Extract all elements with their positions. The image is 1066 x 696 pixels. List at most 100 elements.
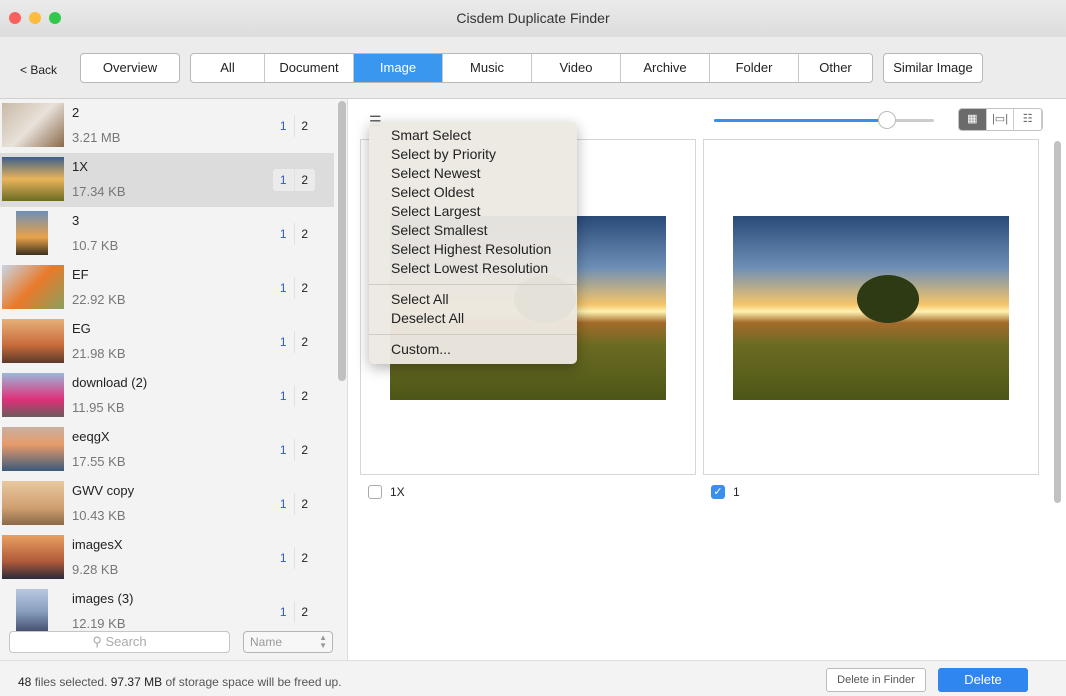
tab-music[interactable]: Music <box>443 54 532 82</box>
file-name: EF <box>72 267 89 282</box>
thumbnail <box>16 589 48 633</box>
thumbnail <box>2 157 64 201</box>
file-size: 12.19 KB <box>72 616 126 631</box>
thumbnail <box>2 535 64 579</box>
duplicate-count-badge[interactable]: 12 <box>273 385 315 407</box>
card-caption: ✓ 1 <box>711 485 740 499</box>
thumbnail <box>2 373 64 417</box>
menu-separator <box>369 334 577 335</box>
duplicate-count-badge[interactable]: 12 <box>273 547 315 569</box>
tab-folder[interactable]: Folder <box>710 54 799 82</box>
list-view-icon[interactable]: ☷ <box>1014 109 1042 130</box>
card-caption: 1X <box>368 485 405 499</box>
image-card[interactable] <box>703 139 1039 475</box>
checkbox[interactable] <box>368 485 382 499</box>
sort-select[interactable]: Name ▲ ▼ <box>243 631 333 653</box>
list-item[interactable]: 1X 17.34 KB 12 <box>0 153 334 207</box>
duplicate-count-badge[interactable]: 12 <box>273 277 315 299</box>
file-name: download (2) <box>72 375 148 390</box>
list-item[interactable]: download (2) 11.95 KB 12 <box>0 369 334 423</box>
file-name: eeqgX <box>72 429 110 444</box>
overview-button[interactable]: Overview <box>80 53 180 83</box>
list-item[interactable]: EF 22.92 KB 12 <box>0 261 334 315</box>
menu-item[interactable]: Select Newest <box>369 164 577 183</box>
file-size: 17.34 KB <box>72 184 126 199</box>
image-preview <box>733 216 1009 400</box>
menu-item[interactable]: Custom... <box>369 340 577 359</box>
file-name: GWV copy <box>72 483 135 498</box>
delete-in-finder-button[interactable]: Delete in Finder <box>826 668 926 692</box>
file-size: 11.95 KB <box>72 400 125 415</box>
file-name: 1X <box>72 159 88 174</box>
title-bar: Cisdem Duplicate Finder <box>0 0 1066 37</box>
file-size: 10.43 KB <box>72 508 126 523</box>
menu-item[interactable]: Smart Select <box>369 126 577 145</box>
menu-item[interactable]: Select Highest Resolution <box>369 240 577 259</box>
back-button[interactable]: < Back <box>20 63 57 77</box>
file-name: EG <box>72 321 91 336</box>
menu-item[interactable]: Deselect All <box>369 309 577 328</box>
duplicate-count-badge[interactable]: 12 <box>273 223 315 245</box>
file-size: 17.55 KB <box>72 454 126 469</box>
grid-view-icon[interactable]: ▦ <box>959 109 987 130</box>
menu-item[interactable]: Select Lowest Resolution <box>369 259 577 278</box>
list-item[interactable]: GWV copy 10.43 KB 12 <box>0 477 334 531</box>
search-input[interactable]: ⚲ Search <box>9 631 230 653</box>
thumbnail <box>2 319 64 363</box>
file-name: 2 <box>72 105 80 120</box>
duplicate-count-badge[interactable]: 12 <box>273 169 315 191</box>
category-tabs: All Document Image Music Video Archive F… <box>190 53 873 83</box>
tab-archive[interactable]: Archive <box>621 54 710 82</box>
list-scrollbar[interactable] <box>338 101 346 381</box>
menu-item[interactable]: Select Smallest <box>369 221 577 240</box>
duplicate-count-badge[interactable]: 12 <box>273 493 315 515</box>
view-mode-switch: ▦ |▭| ☷ <box>958 108 1043 131</box>
thumbnail-size-slider[interactable] <box>714 111 934 129</box>
thumbnail <box>2 481 64 525</box>
preview-scrollbar[interactable] <box>1054 141 1061 503</box>
file-name: imagesX <box>72 537 123 552</box>
zoom-button[interactable] <box>49 12 61 24</box>
menu-item[interactable]: Select Oldest <box>369 183 577 202</box>
tab-document[interactable]: Document <box>265 54 354 82</box>
similar-image-button[interactable]: Similar Image <box>883 53 983 83</box>
duplicate-count-badge[interactable]: 12 <box>273 115 315 137</box>
thumbnail <box>2 265 64 309</box>
tab-other[interactable]: Other <box>799 54 872 82</box>
select-dropdown-menu: Smart Select Select by Priority Select New… <box>369 122 577 364</box>
status-text: 48 files selected. 97.37 MB of storage s… <box>18 675 342 689</box>
search-icon: ⚲ <box>92 634 106 649</box>
file-size: 10.7 KB <box>72 238 119 253</box>
tab-video[interactable]: Video <box>532 54 621 82</box>
tab-image[interactable]: Image <box>354 54 443 82</box>
thumbnail <box>16 211 48 255</box>
window-title: Cisdem Duplicate Finder <box>456 10 610 26</box>
list-item[interactable]: eeqgX 17.55 KB 12 <box>0 423 334 477</box>
menu-item[interactable]: Select Largest <box>369 202 577 221</box>
duplicate-count-badge[interactable]: 12 <box>273 331 315 353</box>
thumbnail <box>2 103 64 147</box>
menu-item[interactable]: Select All <box>369 290 577 309</box>
file-list: 2 3.21 MB 12 1X 17.34 KB 12 3 10.7 KB 12… <box>0 99 348 660</box>
file-name: images (3) <box>72 591 134 606</box>
file-size: 3.21 MB <box>72 130 121 145</box>
file-size: 22.92 KB <box>72 292 126 307</box>
toolbar: < Back Overview All Document Image Music… <box>0 37 1066 99</box>
delete-button[interactable]: Delete <box>938 668 1028 692</box>
menu-item[interactable]: Select by Priority <box>369 145 577 164</box>
slider-knob[interactable] <box>878 111 896 129</box>
duplicate-count-badge[interactable]: 12 <box>273 601 315 623</box>
close-button[interactable] <box>9 12 21 24</box>
tab-all[interactable]: All <box>191 54 265 82</box>
list-item[interactable]: EG 21.98 KB 12 <box>0 315 334 369</box>
list-item[interactable]: imagesX 9.28 KB 12 <box>0 531 334 585</box>
filmstrip-view-icon[interactable]: |▭| <box>987 109 1015 130</box>
file-size: 21.98 KB <box>72 346 126 361</box>
checkbox[interactable]: ✓ <box>711 485 725 499</box>
minimize-button[interactable] <box>29 12 41 24</box>
thumbnail <box>2 427 64 471</box>
file-size: 9.28 KB <box>72 562 119 577</box>
duplicate-count-badge[interactable]: 12 <box>273 439 315 461</box>
list-item[interactable]: 3 10.7 KB 12 <box>0 207 334 261</box>
list-item[interactable]: 2 3.21 MB 12 <box>0 99 334 153</box>
